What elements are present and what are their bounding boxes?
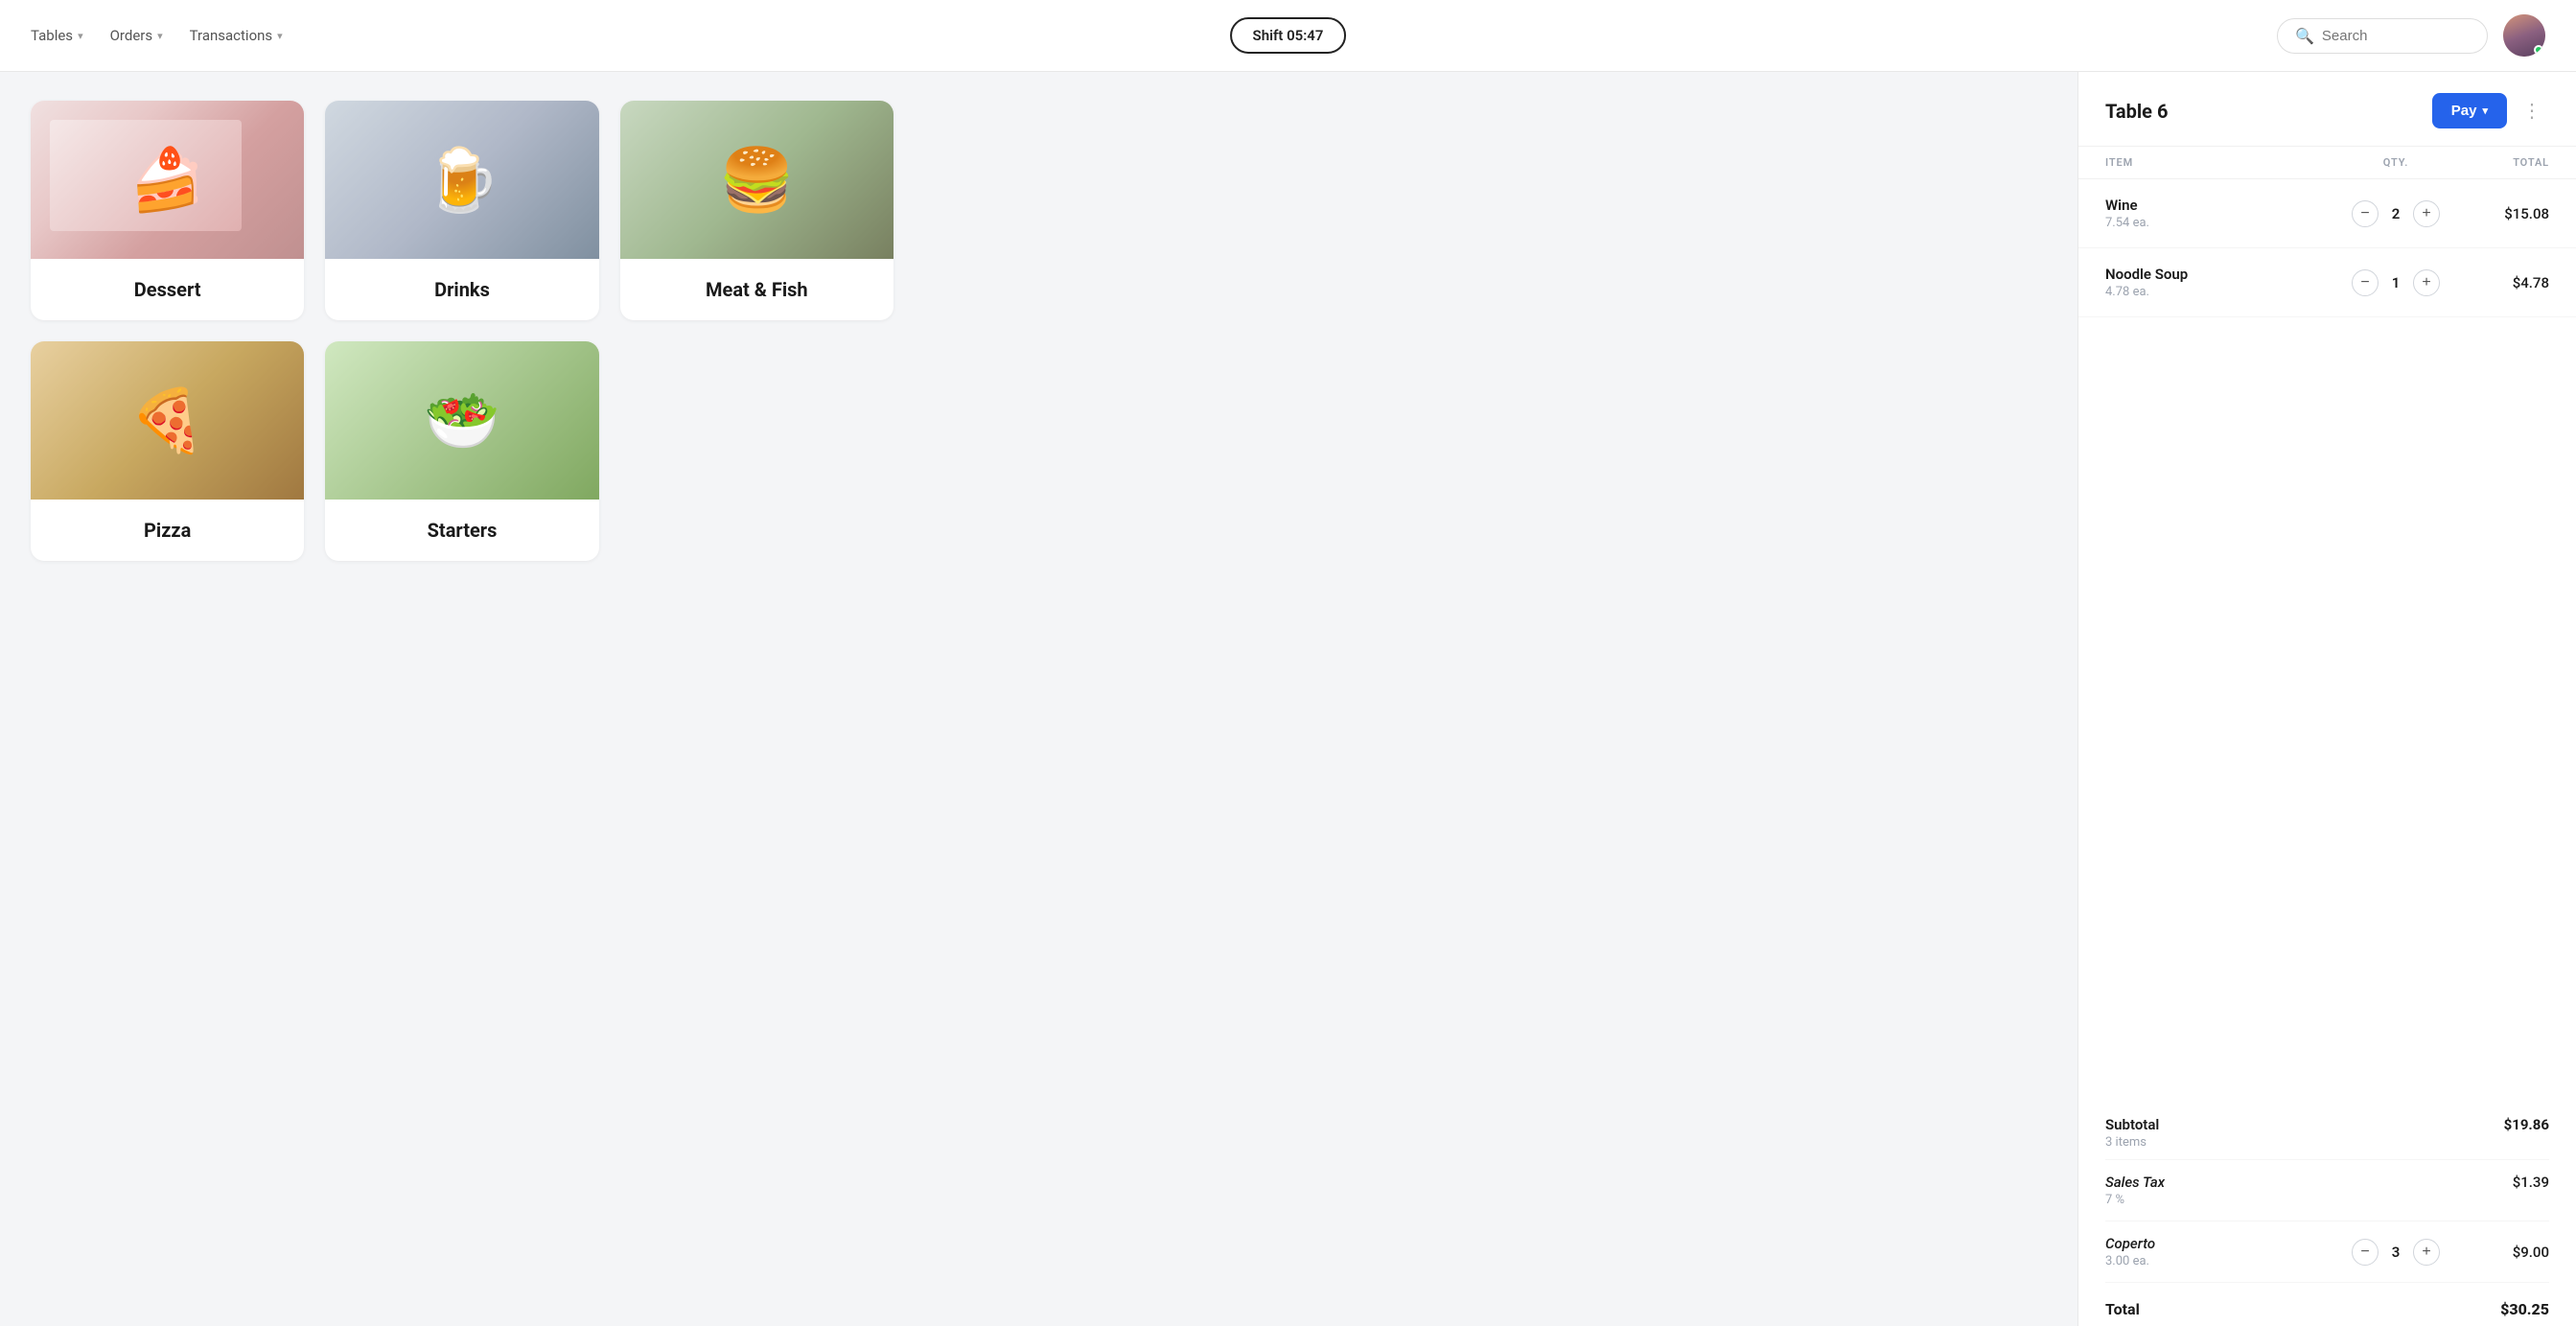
subtotal-row: Subtotal 3 items $19.86 (2105, 1106, 2549, 1160)
category-label-pizza: Pizza (31, 500, 304, 561)
col-item-header: ITEM (2105, 156, 2338, 169)
pay-button-label: Pay (2451, 103, 2477, 119)
category-card-meat-fish[interactable]: Meat & Fish (620, 101, 893, 320)
category-label-drinks: Drinks (325, 259, 598, 320)
chevron-down-icon: ▾ (78, 30, 83, 42)
order-panel: Table 6 Pay ▾ ⋮ ITEM QTY. TOTAL Wine (2077, 72, 2576, 1326)
order-item-noodle-info: Noodle Soup 4.78 ea. (2105, 266, 2338, 299)
chevron-down-icon: ▾ (157, 30, 163, 42)
order-item-noodle-qty-control: − 1 + (2338, 269, 2453, 296)
nav-orders[interactable]: Orders ▾ (110, 27, 163, 44)
header-right: 🔍 (2277, 14, 2545, 57)
coperto-label: Coperto (2105, 1235, 2338, 1252)
order-items-list: Wine 7.54 ea. − 2 + $15.08 Noodle So (2078, 179, 2576, 1087)
pay-button[interactable]: Pay ▾ (2432, 93, 2507, 128)
subtotal-label-group: Subtotal 3 items (2105, 1116, 2159, 1150)
order-item-wine-name: Wine (2105, 197, 2338, 214)
total-amount: $30.25 (2500, 1300, 2549, 1318)
main-layout: Dessert Drinks Meat & Fish Pizza Starter… (0, 72, 2576, 1326)
category-grid: Dessert Drinks Meat & Fish Pizza Starter… (31, 101, 893, 561)
tax-label: Sales Tax (2105, 1174, 2165, 1191)
order-item-wine-info: Wine 7.54 ea. (2105, 197, 2338, 230)
shift-badge-container: Shift 05:47 (1230, 17, 1347, 54)
order-table-header: ITEM QTY. TOTAL (2078, 147, 2576, 179)
coperto-price: 3.00 ea. (2105, 1254, 2338, 1268)
category-label-dessert: Dessert (31, 259, 304, 320)
coperto-info: Coperto 3.00 ea. (2105, 1235, 2338, 1268)
category-label-meat-fish: Meat & Fish (620, 259, 893, 320)
shift-badge: Shift 05:47 (1230, 17, 1347, 54)
more-icon: ⋮ (2522, 101, 2541, 122)
subtotal-label: Subtotal (2105, 1116, 2159, 1133)
nav-transactions[interactable]: Transactions ▾ (190, 27, 283, 44)
avatar[interactable] (2503, 14, 2545, 57)
main-nav: Tables ▾ Orders ▾ Transactions ▾ (31, 27, 283, 44)
chevron-down-icon: ▾ (2482, 105, 2488, 117)
total-row: Total $30.25 (2105, 1283, 2549, 1326)
nav-tables-label: Tables (31, 27, 73, 44)
category-image-drinks (325, 101, 598, 259)
order-item-noodle-name: Noodle Soup (2105, 266, 2338, 283)
qty-value-noodle: 1 (2388, 274, 2403, 291)
order-item-wine-price: 7.54 ea. (2105, 216, 2338, 230)
search-icon: 🔍 (2295, 27, 2314, 45)
category-card-starters[interactable]: Starters (325, 341, 598, 561)
category-label-starters: Starters (325, 500, 598, 561)
col-total-header: TOTAL (2453, 156, 2549, 169)
order-item-wine: Wine 7.54 ea. − 2 + $15.08 (2078, 179, 2576, 248)
tax-rate: 7 % (2105, 1193, 2165, 1207)
category-card-drinks[interactable]: Drinks (325, 101, 598, 320)
qty-increase-noodle[interactable]: + (2413, 269, 2440, 296)
order-item-noodle-total: $4.78 (2453, 274, 2549, 291)
nav-tables[interactable]: Tables ▾ (31, 27, 83, 44)
nav-transactions-label: Transactions (190, 27, 273, 44)
panel-header: Table 6 Pay ▾ ⋮ (2078, 72, 2576, 147)
tax-amount: $1.39 (2513, 1174, 2549, 1191)
category-image-pizza (31, 341, 304, 500)
qty-value-coperto: 3 (2388, 1244, 2403, 1261)
coperto-amount: $9.00 (2453, 1244, 2549, 1261)
qty-decrease-noodle[interactable]: − (2352, 269, 2379, 296)
header: Tables ▾ Orders ▾ Transactions ▾ Shift 0… (0, 0, 2576, 72)
category-image-meat-fish (620, 101, 893, 259)
minus-icon: − (2360, 206, 2369, 221)
chevron-down-icon: ▾ (277, 30, 283, 42)
tax-row: Sales Tax 7 % $1.39 (2105, 1160, 2549, 1221)
order-item-noodle-soup: Noodle Soup 4.78 ea. − 1 + $4.78 (2078, 248, 2576, 317)
category-image-starters (325, 341, 598, 500)
order-summary: Subtotal 3 items $19.86 Sales Tax 7 % $1… (2078, 1087, 2576, 1326)
plus-icon: + (2422, 206, 2430, 221)
coperto-row: Coperto 3.00 ea. − 3 + $9.00 (2105, 1221, 2549, 1283)
nav-orders-label: Orders (110, 27, 153, 44)
order-item-noodle-price: 4.78 ea. (2105, 285, 2338, 299)
qty-increase-coperto[interactable]: + (2413, 1239, 2440, 1266)
qty-increase-wine[interactable]: + (2413, 200, 2440, 227)
order-item-wine-qty-control: − 2 + (2338, 200, 2453, 227)
table-title: Table 6 (2105, 100, 2168, 123)
search-bar[interactable]: 🔍 (2277, 18, 2488, 54)
subtotal-items-count: 3 items (2105, 1135, 2159, 1150)
minus-icon: − (2360, 275, 2369, 291)
panel-header-actions: Pay ▾ ⋮ (2432, 93, 2549, 128)
more-options-button[interactable]: ⋮ (2515, 95, 2549, 127)
search-input[interactable] (2322, 28, 2470, 44)
qty-decrease-wine[interactable]: − (2352, 200, 2379, 227)
col-qty-header: QTY. (2338, 156, 2453, 169)
qty-decrease-coperto[interactable]: − (2352, 1239, 2379, 1266)
total-label: Total (2105, 1300, 2140, 1318)
qty-value-wine: 2 (2388, 205, 2403, 222)
category-card-dessert[interactable]: Dessert (31, 101, 304, 320)
category-content: Dessert Drinks Meat & Fish Pizza Starter… (0, 72, 2077, 1326)
plus-icon: + (2422, 1245, 2430, 1260)
tax-label-group: Sales Tax 7 % (2105, 1174, 2165, 1207)
category-image-dessert (31, 101, 304, 259)
plus-icon: + (2422, 275, 2430, 291)
avatar-online-dot (2534, 45, 2543, 55)
order-item-wine-total: $15.08 (2453, 205, 2549, 222)
minus-icon: − (2360, 1245, 2369, 1260)
category-card-pizza[interactable]: Pizza (31, 341, 304, 561)
subtotal-amount: $19.86 (2504, 1116, 2549, 1133)
coperto-qty-control: − 3 + (2338, 1239, 2453, 1266)
